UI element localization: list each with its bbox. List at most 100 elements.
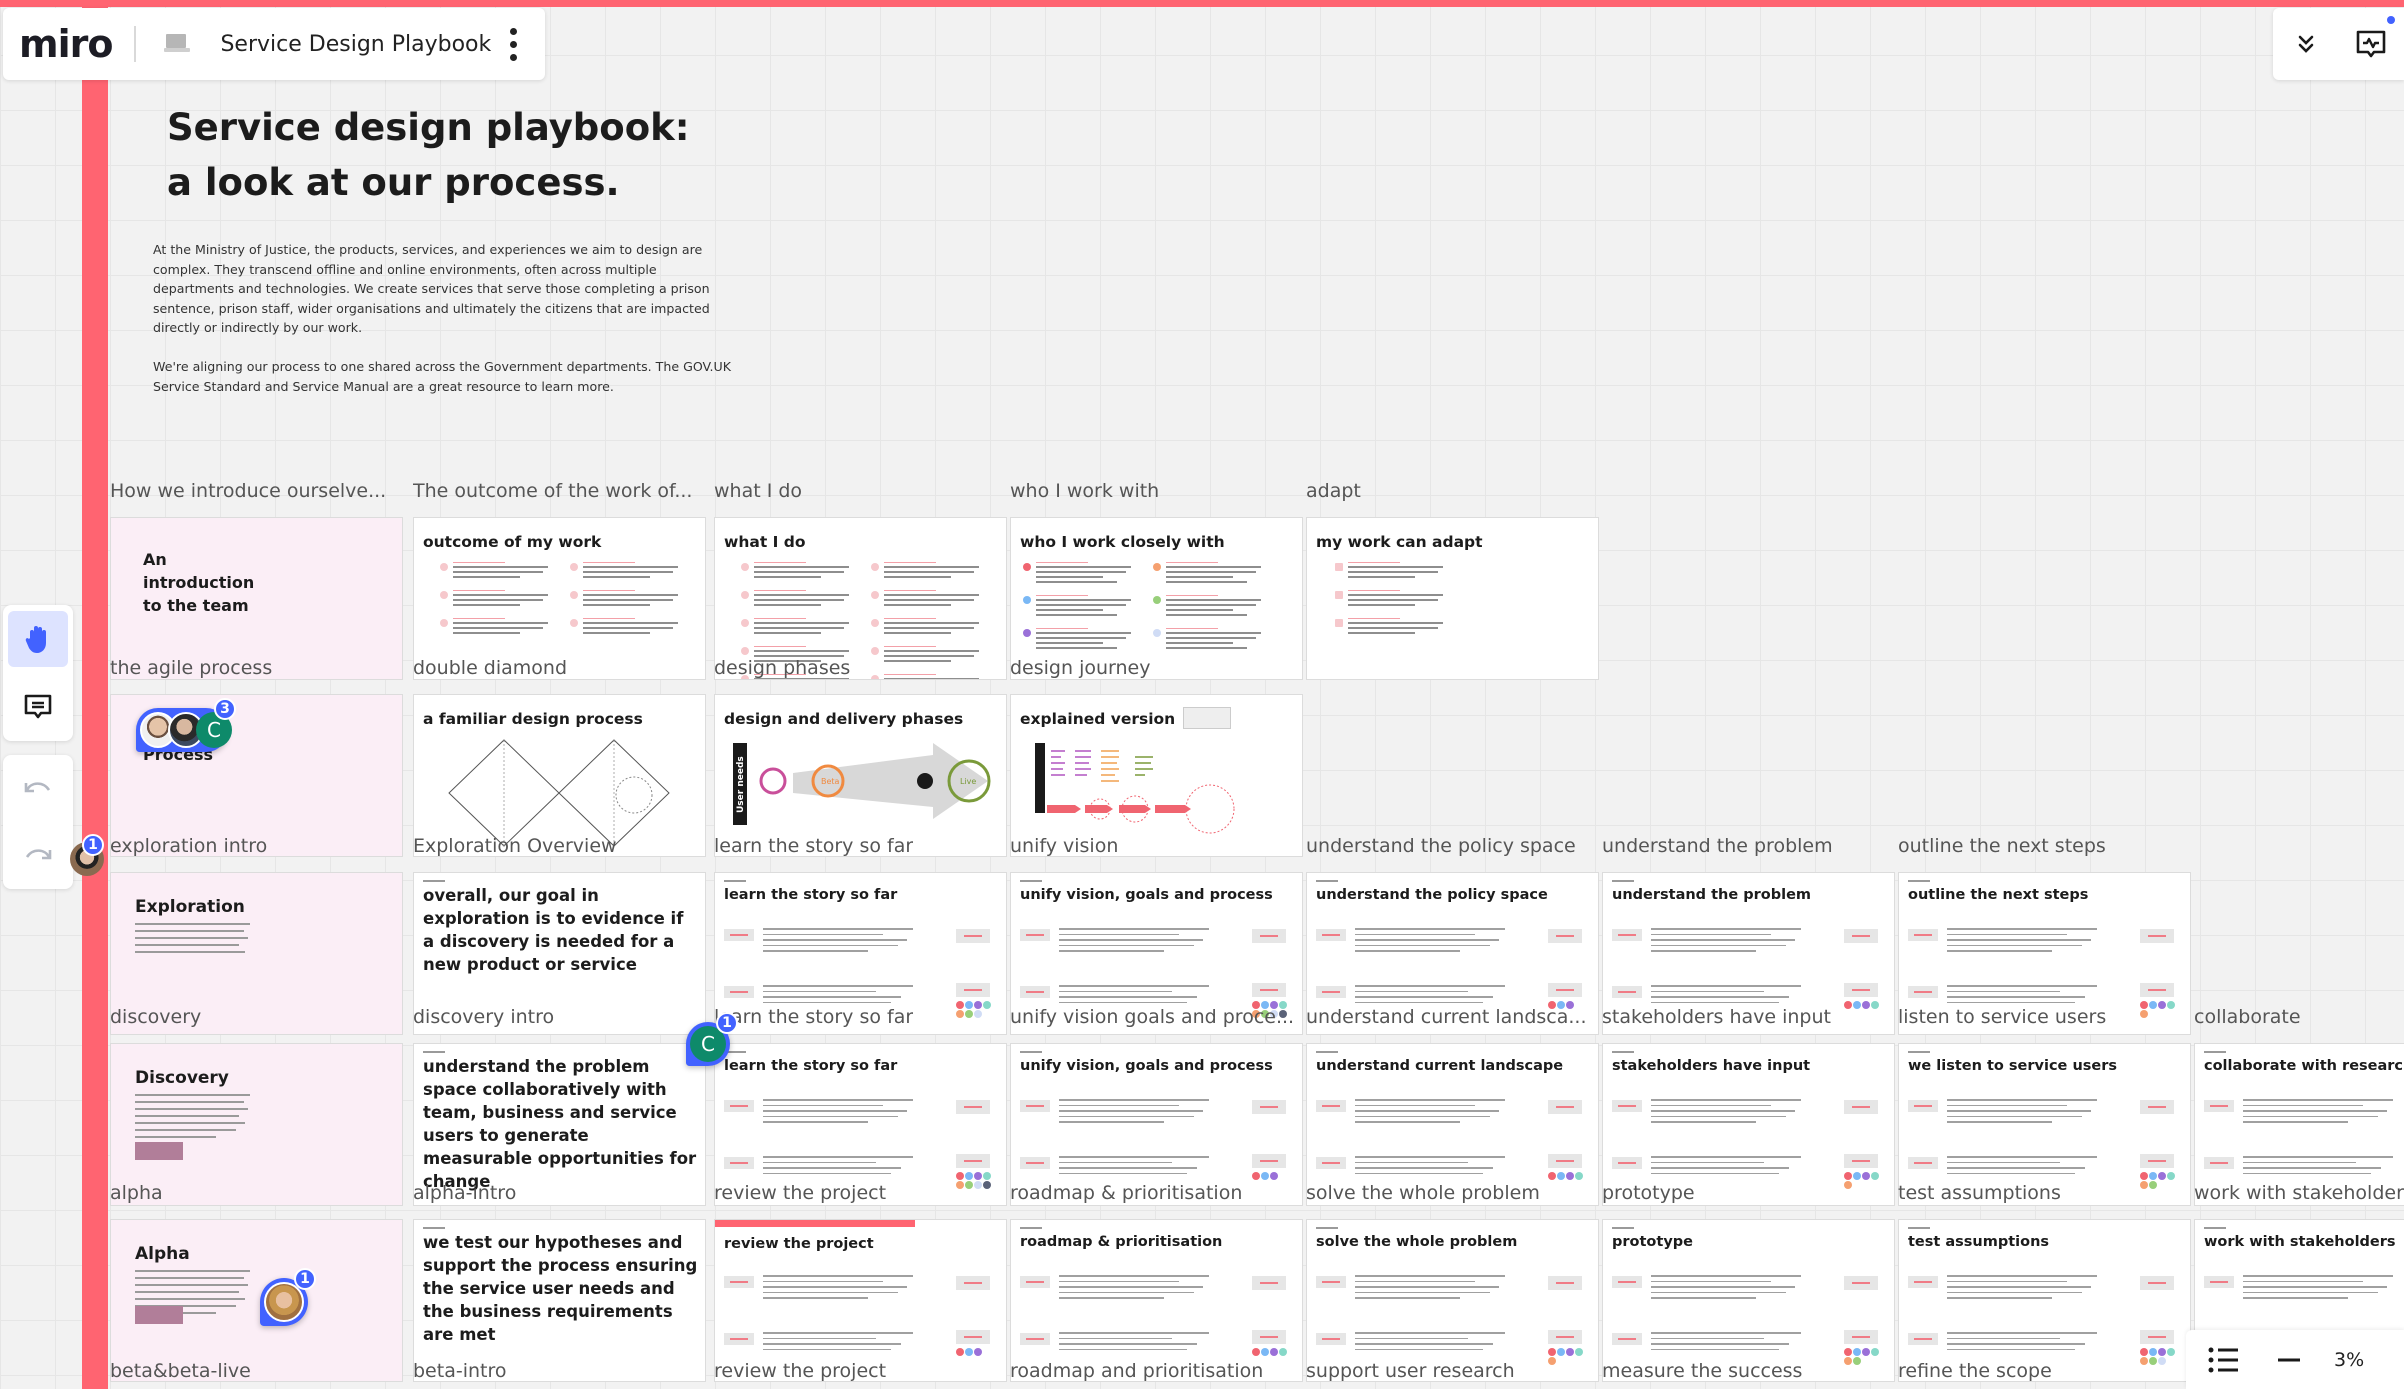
frame-label[interactable]: understand the policy space [1306, 834, 1576, 858]
alpha-presence[interactable]: 1 [260, 1268, 316, 1326]
zoom-level[interactable]: 3% [2334, 1349, 2364, 1371]
work-with-dots [956, 1001, 992, 1018]
frame-label[interactable]: The outcome of the work of... [413, 479, 692, 503]
frame-label[interactable]: learn the story so far [714, 1005, 913, 1029]
intro-paragraph: At the Ministry of Justice, the products… [153, 242, 710, 335]
card-title: unify vision, goals and process [1020, 1058, 1273, 1074]
card-title: overall, our goal in exploration is to e… [423, 886, 684, 974]
frame-card[interactable]: solve the whole problem [1306, 1219, 1599, 1382]
collapse-button[interactable] [2286, 24, 2326, 64]
frame-label[interactable]: collaborate [2194, 1005, 2301, 1029]
questions-text [1947, 1099, 2097, 1127]
card-title: Exploration [135, 897, 245, 917]
frame-label[interactable]: refine the scope [1898, 1359, 2052, 1383]
frame-label[interactable]: roadmap & prioritisation [1010, 1181, 1242, 1205]
frame-label[interactable]: the agile process [110, 656, 272, 680]
zoom-out-button[interactable] [2278, 1358, 2300, 1362]
outputs-tag [956, 1100, 990, 1114]
questions-text [1651, 1099, 1801, 1127]
more-info-button[interactable] [135, 1142, 183, 1160]
frame-label[interactable]: listen to service users [1898, 1005, 2106, 1029]
questions-text [1059, 1099, 1209, 1127]
hand-tool-button[interactable] [8, 611, 68, 667]
card-eyebrow [1612, 1227, 1634, 1229]
frame-label[interactable]: alpha-intro [413, 1181, 516, 1205]
frame-card[interactable]: my work can adapt [1306, 517, 1599, 680]
frame-label[interactable]: learn the story so far [714, 834, 913, 858]
work-with-tag [2140, 983, 2174, 997]
frame-card[interactable]: design and delivery phases User needs Beta… [714, 694, 1007, 857]
methods-tag [1612, 1157, 1642, 1169]
work-with-tag [1844, 1154, 1878, 1168]
questions-text [2243, 1275, 2393, 1303]
frame-label[interactable]: solve the whole problem [1306, 1181, 1540, 1205]
frame-card[interactable]: roadmap & prioritisation [1010, 1219, 1303, 1382]
frame-label[interactable]: unify vision goals and proce... [1010, 1005, 1294, 1029]
questions-tag [2204, 1100, 2234, 1112]
card-eyebrow [1020, 880, 1042, 882]
frame-label[interactable]: discovery intro [413, 1005, 554, 1029]
card-title: prototype [1612, 1234, 1693, 1250]
card-eyebrow [1908, 1227, 1930, 1229]
card-eyebrow [2204, 1227, 2226, 1229]
left-edge-presence[interactable]: 1 [70, 834, 104, 876]
frame-label[interactable]: work with stakeholders [2194, 1181, 2404, 1205]
card-eyebrow [1316, 1051, 1338, 1053]
board-title[interactable]: Service Design Playbook [220, 32, 491, 57]
frame-label[interactable]: How we introduce ourselve... [110, 479, 386, 503]
methods-tag [724, 1157, 754, 1169]
more-options-button[interactable] [510, 27, 517, 61]
frame-label[interactable]: double diamond [413, 656, 567, 680]
frame-label[interactable]: alpha [110, 1181, 163, 1205]
frame-label[interactable]: who I work with [1010, 479, 1159, 503]
frame-label[interactable]: understand current landsca... [1306, 1005, 1587, 1029]
questions-tag [1612, 1276, 1642, 1288]
questions-text [2243, 1099, 2393, 1127]
frame-label[interactable]: outline the next steps [1898, 834, 2106, 858]
group-presence[interactable]: C 3 [136, 698, 236, 752]
frame-label[interactable]: exploration intro [110, 834, 267, 858]
frame-label[interactable]: test assumptions [1898, 1181, 2061, 1205]
card-eyebrow [1316, 880, 1338, 882]
frame-label[interactable]: review the project [714, 1181, 886, 1205]
frame-card[interactable]: we test our hypotheses and support the p… [413, 1219, 706, 1382]
frame-label[interactable]: prototype [1602, 1181, 1695, 1205]
frame-label[interactable]: support user research [1306, 1359, 1515, 1383]
methods-text [1355, 985, 1505, 1007]
notification-dot [2387, 16, 2396, 24]
more-info-button[interactable] [135, 1306, 183, 1324]
frame-label[interactable]: roadmap and prioritisation [1010, 1359, 1263, 1383]
outputs-tag [2140, 929, 2174, 943]
frame-label[interactable]: design phases [714, 656, 850, 680]
frame-label[interactable]: design journey [1010, 656, 1150, 680]
board-top-border [0, 0, 2404, 7]
frame-label[interactable]: stakeholders have input [1602, 1005, 1831, 1029]
frame-label[interactable]: review the project [714, 1359, 886, 1383]
frame-label[interactable]: adapt [1306, 479, 1361, 503]
frame-label[interactable]: Exploration Overview [413, 834, 617, 858]
c-presence[interactable]: C 1 [686, 1012, 738, 1066]
methods-tag [1612, 986, 1642, 998]
frame-card[interactable]: test assumptions [1898, 1219, 2191, 1382]
activity-feed-button[interactable] [2351, 16, 2396, 64]
redo-button[interactable] [8, 828, 68, 883]
undo-button[interactable] [8, 761, 68, 816]
card-title: design and delivery phases [724, 710, 964, 728]
miro-logo[interactable]: miro [19, 22, 113, 66]
frame-label[interactable]: beta&beta-live [110, 1359, 251, 1383]
frame-card[interactable]: prototype [1602, 1219, 1895, 1382]
frame-label[interactable]: what I do [714, 479, 802, 503]
frame-label[interactable]: beta-intro [413, 1359, 507, 1383]
frame-label[interactable]: understand the problem [1602, 834, 1833, 858]
card-eyebrow [423, 1051, 445, 1053]
frames-list-button[interactable] [2208, 1347, 2240, 1373]
frame-card[interactable]: review the project [714, 1219, 1007, 1382]
frame-label[interactable]: unify vision [1010, 834, 1118, 858]
frame-label[interactable]: discovery [110, 1005, 201, 1029]
frame-card[interactable]: a familiar design process [413, 694, 706, 857]
comment-tool-button[interactable] [8, 679, 68, 735]
frame-card[interactable]: Alpha [110, 1219, 403, 1382]
card-eyebrow [423, 880, 445, 882]
frame-label[interactable]: measure the success [1602, 1359, 1802, 1383]
frame-card[interactable]: explained version [1010, 694, 1303, 857]
